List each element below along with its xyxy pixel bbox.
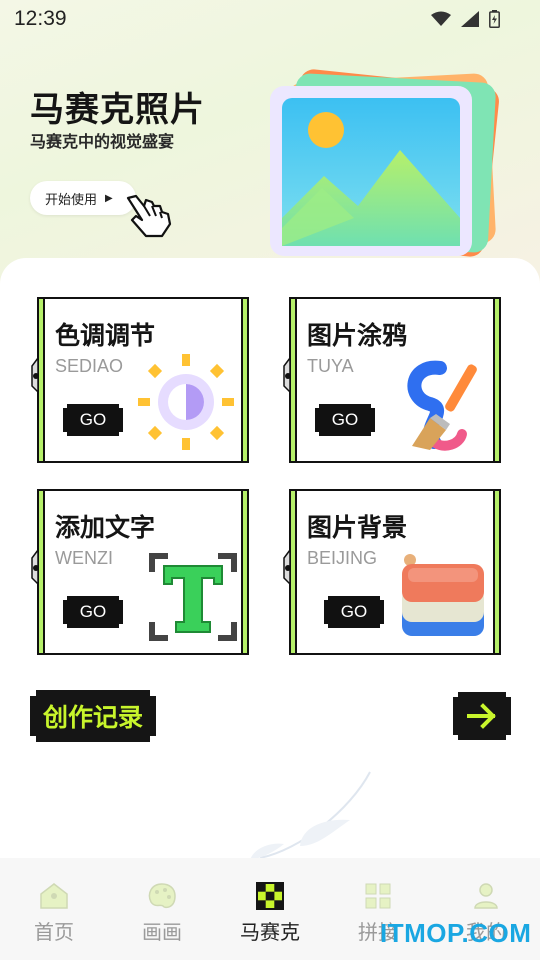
- card-subtitle: WENZI: [55, 548, 113, 568]
- nav-draw[interactable]: 画画: [108, 858, 216, 960]
- text-T-icon: [149, 553, 237, 641]
- status-bar: 12:39: [0, 0, 540, 38]
- card-doodle[interactable]: 图片涂鸦 TUYA GO: [282, 296, 501, 463]
- leaf-decoration-icon: [250, 771, 371, 860]
- nav-label: 马赛克: [240, 920, 300, 944]
- card-tone-adjust[interactable]: 色调调节 SEDIAO GO: [30, 296, 249, 463]
- mosaic-icon: [256, 882, 284, 910]
- paintbrush-icon: [407, 360, 477, 451]
- home-icon: [40, 883, 68, 909]
- nav-label: 首页: [34, 920, 74, 944]
- go-label: GO: [331, 410, 359, 429]
- picture-illustration-icon: [270, 69, 499, 257]
- play-triangle-icon: ▶: [105, 192, 113, 204]
- creation-history-label: 创作记录: [42, 703, 143, 732]
- start-button-label: 开始使用: [45, 192, 98, 208]
- go-button[interactable]: GO: [324, 596, 384, 628]
- pointing-hand-icon: [126, 194, 172, 238]
- signal-icon: [461, 11, 479, 27]
- battery-icon: [489, 10, 500, 28]
- card-title: 图片涂鸦: [307, 321, 408, 350]
- nav-label: 画画: [142, 920, 182, 944]
- go-label: GO: [79, 602, 107, 621]
- sun-contrast-icon: [138, 354, 234, 450]
- wifi-icon: [431, 11, 451, 26]
- card-title: 色调调节: [55, 321, 156, 350]
- card-add-text[interactable]: 添加文字 WENZI GO: [30, 488, 249, 655]
- user-icon: [474, 883, 498, 909]
- card-background[interactable]: 图片背景 BEIJING GO: [282, 488, 501, 655]
- go-label: GO: [79, 410, 107, 429]
- palette-icon: [148, 883, 176, 909]
- card-subtitle: SEDIAO: [55, 356, 124, 376]
- card-subtitle: TUYA: [307, 356, 354, 376]
- grid-icon: [365, 883, 391, 909]
- go-button[interactable]: GO: [63, 404, 123, 436]
- start-button[interactable]: 开始使用 ▶: [30, 181, 136, 215]
- go-button[interactable]: GO: [63, 596, 123, 628]
- nav-mosaic[interactable]: 马赛克: [216, 858, 324, 960]
- card-title: 添加文字: [55, 513, 156, 542]
- hero-title: 马赛克照片: [30, 90, 205, 130]
- go-button[interactable]: GO: [315, 404, 375, 436]
- layers-icon: [402, 554, 484, 636]
- status-time: 12:39: [14, 7, 67, 30]
- creation-history-button[interactable]: 创作记录: [30, 690, 156, 742]
- card-title: 图片背景: [307, 513, 408, 542]
- go-label: GO: [340, 602, 368, 621]
- arrow-right-icon[interactable]: [453, 692, 511, 740]
- watermark: ITMOP.COM: [380, 918, 532, 948]
- card-subtitle: BEIJING: [307, 548, 378, 568]
- nav-home[interactable]: 首页: [0, 858, 108, 960]
- hero-subtitle: 马赛克中的视觉盛宴: [30, 132, 175, 151]
